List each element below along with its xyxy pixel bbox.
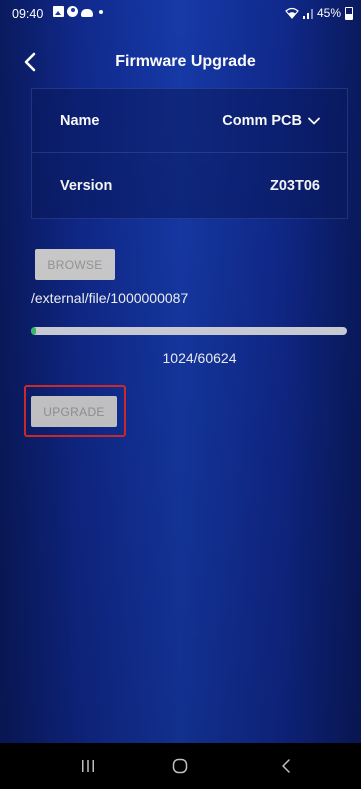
app-screen: 09:40 45% Firmware Upgrade Name Comm PCB… bbox=[0, 0, 361, 743]
gallery-icon bbox=[53, 6, 64, 17]
chevron-down-icon bbox=[308, 117, 320, 124]
recents-icon bbox=[82, 760, 94, 772]
name-dropdown[interactable]: Comm PCB bbox=[222, 113, 320, 129]
name-row: Name Comm PCB bbox=[32, 89, 347, 153]
battery-percent: 45% bbox=[316, 6, 341, 20]
account-icon bbox=[67, 6, 78, 17]
app-bar: Firmware Upgrade bbox=[0, 44, 361, 84]
browse-button[interactable]: BROWSE bbox=[35, 249, 115, 280]
selected-file-path: /external/file/1000000087 bbox=[31, 290, 189, 306]
nav-back-icon bbox=[282, 759, 290, 773]
system-icons: 45% bbox=[285, 6, 353, 20]
notification-icons bbox=[53, 6, 103, 17]
battery-icon bbox=[345, 6, 353, 20]
wifi-icon bbox=[285, 7, 299, 19]
nav-back-button[interactable] bbox=[256, 743, 316, 789]
signal-icon bbox=[302, 8, 313, 19]
status-time: 09:40 bbox=[12, 7, 44, 21]
upload-progress-bar bbox=[31, 327, 347, 335]
home-icon bbox=[172, 758, 188, 774]
device-info-card: Name Comm PCB Version Z03T06 bbox=[31, 88, 348, 219]
name-label: Name bbox=[60, 112, 100, 129]
status-bar: 09:40 45% bbox=[0, 0, 361, 28]
version-row: Version Z03T06 bbox=[32, 154, 347, 218]
cloud-icon bbox=[81, 8, 93, 17]
recent-apps-button[interactable] bbox=[58, 743, 118, 789]
progress-count: 1024/60624 bbox=[162, 350, 237, 366]
page-title: Firmware Upgrade bbox=[115, 53, 256, 70]
progress-fill bbox=[31, 327, 36, 335]
name-value: Comm PCB bbox=[222, 112, 302, 129]
upgrade-highlight-outline bbox=[24, 385, 126, 437]
more-notifications-dot-icon bbox=[99, 9, 103, 14]
version-label: Version bbox=[60, 178, 113, 194]
home-button[interactable] bbox=[150, 743, 210, 789]
version-value: Z03T06 bbox=[270, 178, 320, 194]
system-navigation-bar bbox=[0, 743, 361, 789]
